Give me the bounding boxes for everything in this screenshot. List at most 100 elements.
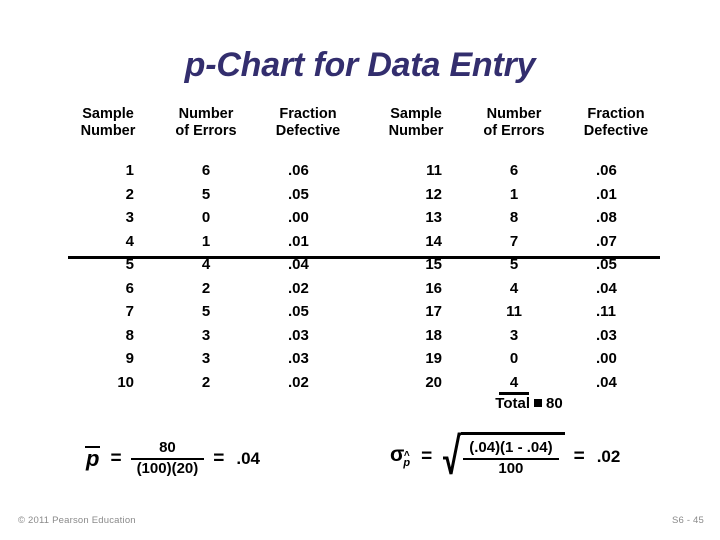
- sigma-denominator: 100: [498, 460, 524, 478]
- cell-number-of-errors: 6: [509, 162, 519, 179]
- cell-fraction-defective: .02: [288, 279, 309, 297]
- cell-fraction-defective: .05: [288, 303, 309, 320]
- cell-number-of-errors: 4: [509, 279, 519, 297]
- header-divider-rule: [68, 256, 660, 259]
- header-number-of-errors: Number of Errors: [464, 106, 564, 142]
- cell-sample-number: 7: [125, 303, 134, 320]
- cell-number-of-errors: 2: [201, 279, 211, 297]
- header-errors-line2: of Errors: [483, 123, 545, 139]
- table-row: 11 6.06: [368, 159, 668, 183]
- header-fraction-line2: Defective: [583, 123, 649, 139]
- table-row: 8 3.03: [60, 324, 360, 348]
- sigma-subscript: ˄ p: [403, 450, 410, 469]
- cell-number-of-errors: 4: [464, 371, 564, 395]
- cell-number-of-errors: 3: [509, 326, 519, 344]
- table-row: 13 8.08: [368, 206, 668, 230]
- cell-sample-number: 18: [425, 326, 442, 344]
- cell-sample-number: 9: [125, 350, 134, 367]
- table-row: 16 4.04: [368, 277, 668, 301]
- p-bar-symbol: p: [84, 445, 101, 470]
- cell-number-of-errors: 3: [201, 326, 211, 344]
- table-row: 17 11 .11: [368, 300, 668, 324]
- cell-fraction-defective: .02: [288, 373, 309, 391]
- cell-sample-number: 4: [125, 232, 134, 250]
- header-errors-line1: Number: [486, 106, 542, 122]
- cell-fraction-defective: .00: [596, 350, 617, 367]
- equals-icon: [534, 399, 543, 408]
- cell-sample-number: 2: [125, 185, 134, 203]
- cell-sample-number: 16: [425, 279, 442, 297]
- page-title: p-Chart for Data Entry: [184, 46, 536, 84]
- cell-fraction-defective: .04: [596, 373, 617, 391]
- cell-fraction-defective: .04: [596, 279, 617, 297]
- equals-sign: =: [421, 445, 433, 467]
- table-row: 6 2.02: [60, 277, 360, 301]
- cell-number-of-errors: 5: [201, 303, 211, 320]
- table-header-row: Sample Number Number of Errors Fraction …: [368, 106, 668, 142]
- header-sample-line2: Number: [388, 123, 444, 139]
- cell-fraction-defective: .06: [288, 162, 309, 179]
- slide-number: S6 - 45: [671, 515, 704, 526]
- cell-fraction-defective: .00: [288, 209, 309, 226]
- table-row: 14 7.07: [368, 230, 668, 254]
- cell-number-of-errors: 2: [201, 373, 211, 391]
- square-root: (.04)(1 - .04) 100: [443, 432, 565, 481]
- cell-sample-number: 13: [425, 209, 442, 226]
- p-bar-fraction: 80 (100)(20): [130, 439, 205, 478]
- cell-fraction-defective: .06: [596, 162, 617, 179]
- table-header-row: Sample Number Number of Errors Fraction …: [60, 106, 360, 142]
- cell-fraction-defective: .05: [288, 185, 309, 203]
- p-bar-result: .04: [236, 448, 261, 468]
- header-fraction-defective: Fraction Defective: [256, 106, 360, 142]
- cell-number-of-errors: 11: [506, 303, 522, 320]
- copyright-notice: © 2011 Pearson Education: [18, 515, 136, 526]
- cell-number-of-errors: 7: [509, 232, 519, 250]
- table-row: 9 3.03: [60, 347, 360, 371]
- cell-fraction-defective: .03: [596, 326, 617, 344]
- equals-sign: =: [110, 447, 122, 469]
- cell-number-of-errors: 6: [201, 162, 211, 179]
- equals-sign-2: =: [573, 445, 585, 467]
- cell-sample-number: 19: [425, 350, 442, 367]
- header-fraction-line2: Defective: [275, 123, 341, 139]
- left-table: Sample Number Number of Errors Fraction …: [60, 106, 360, 391]
- cell-number-of-errors: 0: [509, 350, 519, 367]
- table-row: 18 3.03: [368, 324, 668, 348]
- cell-number-of-errors: 3: [201, 350, 211, 367]
- sigma-p-hat-formula: σ ˄ p = (.04)(1 - .04) 100 = .02: [390, 432, 620, 481]
- right-table: Sample Number Number of Errors Fraction …: [368, 106, 668, 391]
- cell-sample-number: 11: [426, 162, 442, 179]
- cell-sample-number: 14: [425, 232, 442, 250]
- table-row: 19 0.00: [368, 347, 668, 371]
- cell-sample-number: 1: [125, 162, 134, 179]
- cell-number-of-errors: 1: [201, 232, 211, 250]
- header-sample-number: Sample Number: [368, 106, 464, 142]
- cell-number-of-errors: 1: [509, 185, 519, 203]
- table-row: 4 1.01: [60, 230, 360, 254]
- header-fraction-line1: Fraction: [279, 106, 337, 122]
- equals-sign-2: =: [213, 447, 225, 469]
- table-row: 10 2.02: [60, 371, 360, 395]
- table-row: 7 5.05: [60, 300, 360, 324]
- data-tables: Sample Number Number of Errors Fraction …: [0, 106, 720, 412]
- left-table-body: 1 6.06 2 5.05 3 0.00 4 1.01 5 4.04 6 2.02 7 5.05 8 3.03…: [60, 159, 360, 394]
- cell-sample-number: 6: [125, 279, 134, 297]
- header-errors-line2: of Errors: [175, 123, 237, 139]
- right-table-body: 11 6.06 12 1.01 13 8.08 14 7.07 15 5.05 16 4.04 17 11…: [368, 159, 668, 394]
- cell-fraction-defective: .08: [596, 209, 617, 226]
- total-label: Total: [495, 395, 531, 412]
- sigma-result: .02: [596, 446, 621, 466]
- cell-sample-number: 3: [125, 209, 134, 226]
- cell-fraction-defective: .01: [596, 185, 617, 203]
- header-sample-number: Sample Number: [60, 106, 156, 142]
- sigma-symbol: σ ˄ p: [390, 444, 412, 469]
- header-sample-line1: Sample: [82, 106, 134, 122]
- cell-sample-number: 8: [125, 326, 134, 344]
- cell-sample-number: 12: [425, 185, 442, 203]
- hat-icon: ˄: [403, 449, 410, 460]
- header-number-of-errors: Number of Errors: [156, 106, 256, 142]
- p-bar-numerator: 80: [159, 439, 176, 456]
- table-row: 12 1.01: [368, 183, 668, 207]
- table-row: 3 0.00: [60, 206, 360, 230]
- cell-fraction-defective: .07: [596, 232, 617, 250]
